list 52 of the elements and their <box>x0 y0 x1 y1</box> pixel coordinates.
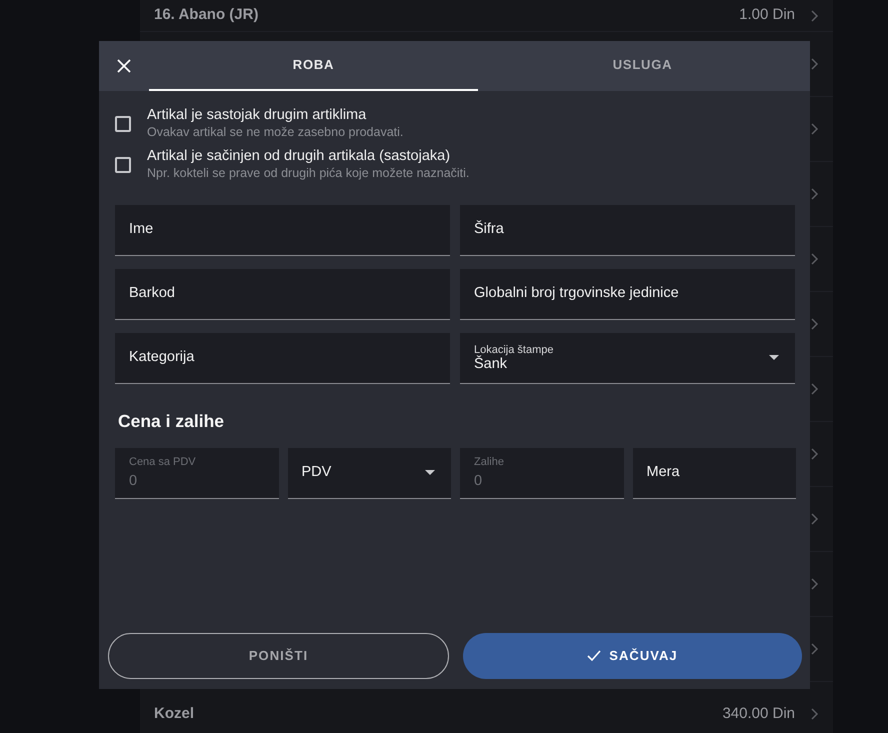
chevron-icon <box>811 253 819 265</box>
field-label: Kategorija <box>129 348 194 368</box>
chevron-icon <box>811 123 819 135</box>
input-field[interactable]: Barkod <box>115 269 450 320</box>
field-label: Barkod <box>129 284 175 304</box>
tab[interactable]: ROBA <box>149 41 478 91</box>
checkbox-label: Artikal je sastojak drugim artiklima <box>147 107 368 124</box>
input-field[interactable]: Mera <box>632 448 796 500</box>
chevron-icon <box>811 578 819 590</box>
chevron-icon <box>811 513 819 525</box>
field-label: Šifra <box>474 219 504 240</box>
field-placeholder: 0 <box>474 472 482 491</box>
input-field[interactable]: Globalni broj trgovinske jedinice <box>460 269 795 320</box>
list-item-name: Kozel <box>154 704 194 724</box>
section-title: Cena i zalihe <box>118 410 226 433</box>
field-label: Cena sa PDV <box>129 455 196 470</box>
checkmark-icon <box>587 650 602 662</box>
chevron-icon <box>811 188 819 200</box>
field-label: Lokacija štampe <box>474 343 554 356</box>
checkbox-hint: Ovakav artikal se ne može zasebno prodavati. <box>147 124 404 140</box>
tab[interactable]: USLUGA <box>478 41 807 91</box>
field-label: Mera <box>646 463 680 482</box>
chevron-icon <box>811 10 819 22</box>
list-item-price: 1.00 Din <box>739 5 795 26</box>
field-label: Globalni broj trgovinske jedinice <box>474 284 679 304</box>
save-button[interactable]: SAČUVAJ <box>463 633 802 679</box>
checkbox-label: Artikal je sačinjen od drugih artikala (sastojaka) <box>147 148 452 165</box>
chevron-icon <box>811 708 819 720</box>
field-placeholder: 0 <box>129 472 138 491</box>
dropdown-caret-icon <box>769 355 779 360</box>
chevron-icon <box>811 318 819 330</box>
field-label: Zalihe <box>474 455 504 470</box>
chevron-icon <box>811 58 819 70</box>
select-field[interactable]: Lokacija štampe Šank <box>460 333 795 384</box>
checkbox[interactable] <box>115 116 131 132</box>
close-icon <box>117 59 131 73</box>
chevron-icon <box>811 383 819 395</box>
list-item-price: 340.00 Din <box>722 704 795 724</box>
select-field[interactable]: PDV <box>288 448 451 500</box>
field-value: Šank <box>474 355 508 374</box>
checkbox-hint: Npr. kokteli se prave od drugih pića koje možete naznačiti. <box>147 165 470 181</box>
field-label: Ime <box>129 220 154 240</box>
chevron-icon <box>811 448 819 460</box>
dropdown-caret-icon <box>425 470 435 476</box>
input-field[interactable]: Šifra <box>460 205 795 256</box>
list-item-name: 16. Abano (JR) <box>154 5 258 26</box>
chevron-icon <box>811 643 819 655</box>
checkbox[interactable] <box>115 156 131 172</box>
input-field[interactable]: Ime <box>115 205 450 256</box>
cancel-button[interactable]: PONIŠTI <box>108 633 449 679</box>
field-label: PDV <box>302 463 332 482</box>
input-field[interactable]: Kategorija <box>115 333 450 384</box>
